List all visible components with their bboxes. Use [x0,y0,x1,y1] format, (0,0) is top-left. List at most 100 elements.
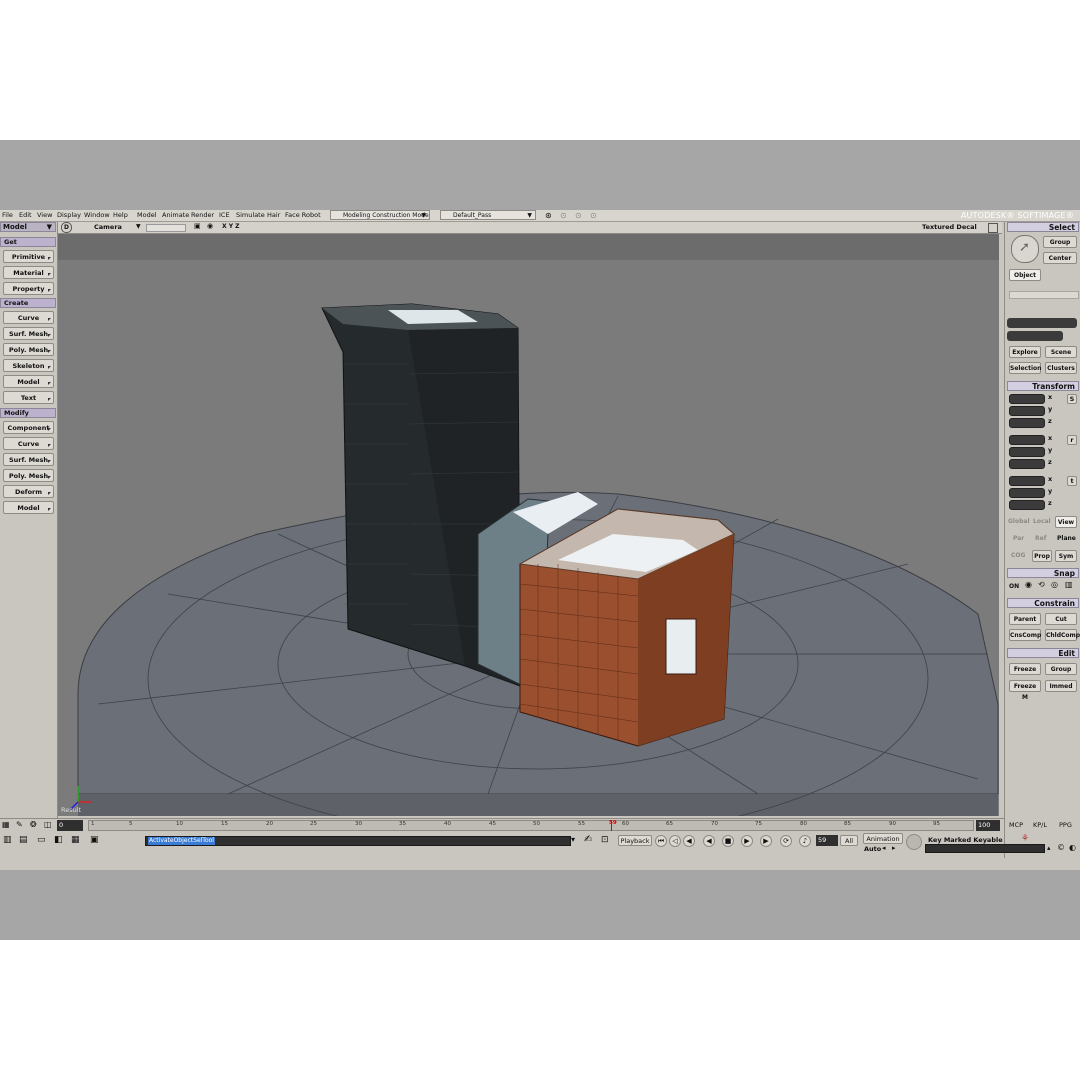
viewport-letter[interactable]: D [61,222,72,233]
cnscomp-button[interactable]: CnsComp [1009,629,1041,641]
tab-mcp[interactable]: MCP [1009,821,1023,829]
layout-icon[interactable]: ▦ [2,820,10,829]
scale-icon[interactable]: S [1067,394,1077,404]
scale-z-field[interactable] [1009,418,1045,428]
create-curve-button[interactable]: Curve [3,311,54,324]
pass-dropdown[interactable]: Default_Pass ▼ [440,210,536,220]
modify-component-button[interactable]: Component [3,421,54,434]
loop-icon[interactable]: ⟳ [780,835,792,847]
scene-button[interactable]: Scene [1045,346,1077,358]
brush-icon[interactable]: ✎ [16,820,23,829]
get-primitive-button[interactable]: Primitive [3,250,54,263]
key-marked-keyable-label[interactable]: Key Marked Keyable [928,836,1003,844]
create-surf-mesh-button[interactable]: Surf. Mesh [3,327,54,340]
stop-icon[interactable]: ■ [722,835,734,847]
ref-ref-button[interactable]: Ref [1035,535,1046,542]
audio-icon[interactable]: ♪ [799,835,811,847]
playback-menu-button[interactable]: Playback [618,835,652,846]
translate-x-field[interactable] [1009,476,1045,486]
timeline-ruler[interactable]: 1 5 10 15 20 25 30 35 40 45 50 55 60 65 … [88,820,974,831]
rotate-x-field[interactable] [1009,435,1045,445]
script-icon[interactable]: ✍ [584,834,592,845]
render-pass-icon[interactable]: ⊙ [575,211,582,220]
scale-y-field[interactable] [1009,406,1045,416]
snap-on-toggle[interactable]: ON [1009,583,1019,590]
select-arrow-icon[interactable]: ➚ [1011,235,1039,263]
eye-icon[interactable]: ◉ [207,222,213,230]
prev-key-arrow-icon[interactable]: ◂ [882,844,886,852]
maximize-icon[interactable] [988,223,998,233]
play-backward-icon[interactable]: ◀ [703,835,715,847]
layout-custom-icon[interactable]: ▣ [90,835,99,845]
menu-ice[interactable]: ICE [219,211,230,219]
prev-key-icon[interactable]: ◁ [669,835,681,847]
menu-display[interactable]: Display [57,211,81,219]
chevron-down-icon[interactable]: ▾ [571,835,575,844]
ref-global-button[interactable]: Global [1008,518,1030,525]
modify-curve-button[interactable]: Curve [3,437,54,450]
menu-model[interactable]: Model [137,211,157,219]
prev-frame-icon[interactable]: ◀ [683,835,695,847]
get-material-button[interactable]: Material [3,266,54,279]
current-frame-field[interactable]: 59 [816,835,838,846]
modify-model-button[interactable]: Model [3,501,54,514]
snap-point-icon[interactable]: ◉ [1025,580,1032,589]
translate-z-field[interactable] [1009,500,1045,510]
split-icon[interactable]: ◫ [44,820,52,829]
snap-grid-icon[interactable]: ◎ [1051,580,1058,589]
get-property-button[interactable]: Property [3,282,54,295]
snap-curve-icon[interactable]: ⟲ [1038,580,1045,589]
snap-menu-icon[interactable]: ▥ [1065,580,1073,589]
menu-view[interactable]: View [37,211,52,219]
camera-selector[interactable]: Camera [94,223,122,231]
chevron-up-icon[interactable]: ▴ [1047,844,1051,852]
first-frame-icon[interactable]: ⏮ [655,835,667,847]
all-button[interactable]: All [840,835,858,846]
menu-edit[interactable]: Edit [19,211,32,219]
viewport-axes[interactable]: X Y Z [222,223,240,230]
modify-poly-mesh-button[interactable]: Poly. Mesh [3,469,54,482]
menu-hair[interactable]: Hair [267,211,280,219]
selection-type-field[interactable] [1007,331,1063,341]
clusters-button[interactable]: Clusters [1045,362,1077,374]
auto-key-toggle[interactable]: Auto [864,845,881,853]
layout-vertical-icon[interactable]: ▤ [19,835,28,845]
create-model-button[interactable]: Model [3,375,54,388]
tab-kpl[interactable]: KP/L [1033,821,1047,829]
render-preview-icon[interactable]: ⊙ [560,211,567,220]
ref-local-button[interactable]: Local [1033,518,1051,525]
ref-view-button[interactable]: View [1055,516,1077,528]
layout-left-icon[interactable]: ◧ [54,835,63,845]
menu-help[interactable]: Help [113,211,128,219]
scale-x-field[interactable] [1009,394,1045,404]
prop-button[interactable]: Prop [1032,550,1052,562]
selection-filter-bar[interactable] [1009,291,1079,299]
menu-animate[interactable]: Animate [162,211,189,219]
freeze-button[interactable]: Freeze [1009,663,1041,675]
ref-par-button[interactable]: Par [1013,535,1024,542]
next-key-arrow-icon[interactable]: ▸ [892,844,896,852]
rotate-icon[interactable]: r [1067,435,1077,445]
mode-dropdown[interactable]: Modeling Construction Mode ▼ [330,210,430,220]
layout-horizontal-icon[interactable]: ▭ [37,835,46,845]
select-center-button[interactable]: Center [1043,252,1077,264]
translate-icon[interactable]: t [1067,476,1077,486]
tab-ppg[interactable]: PPG [1059,821,1072,829]
key-icon[interactable] [906,834,922,850]
command-line[interactable]: ActivateObjectSelTool [145,836,571,846]
end-frame-field[interactable]: 100 [976,820,1000,831]
rotate-y-field[interactable] [1009,447,1045,457]
parent-button[interactable]: Parent [1009,613,1041,625]
shading-mode[interactable]: Textured Decal [922,223,977,231]
menu-render[interactable]: Render [191,211,214,219]
render-all-icon[interactable]: ⊙ [590,211,597,220]
next-frame-icon[interactable]: ▶ [760,835,772,847]
animation-menu-button[interactable]: Animation [863,833,903,844]
viewport-3d[interactable]: Result [58,234,999,816]
selection-button[interactable]: Selection [1009,362,1041,374]
viewport-icons-strip[interactable] [146,224,186,232]
menu-window[interactable]: Window [84,211,110,219]
render-region-icon[interactable]: ⊛ [545,211,552,220]
camera-icon[interactable]: ▣ [194,222,201,230]
menu-file[interactable]: File [2,211,13,219]
